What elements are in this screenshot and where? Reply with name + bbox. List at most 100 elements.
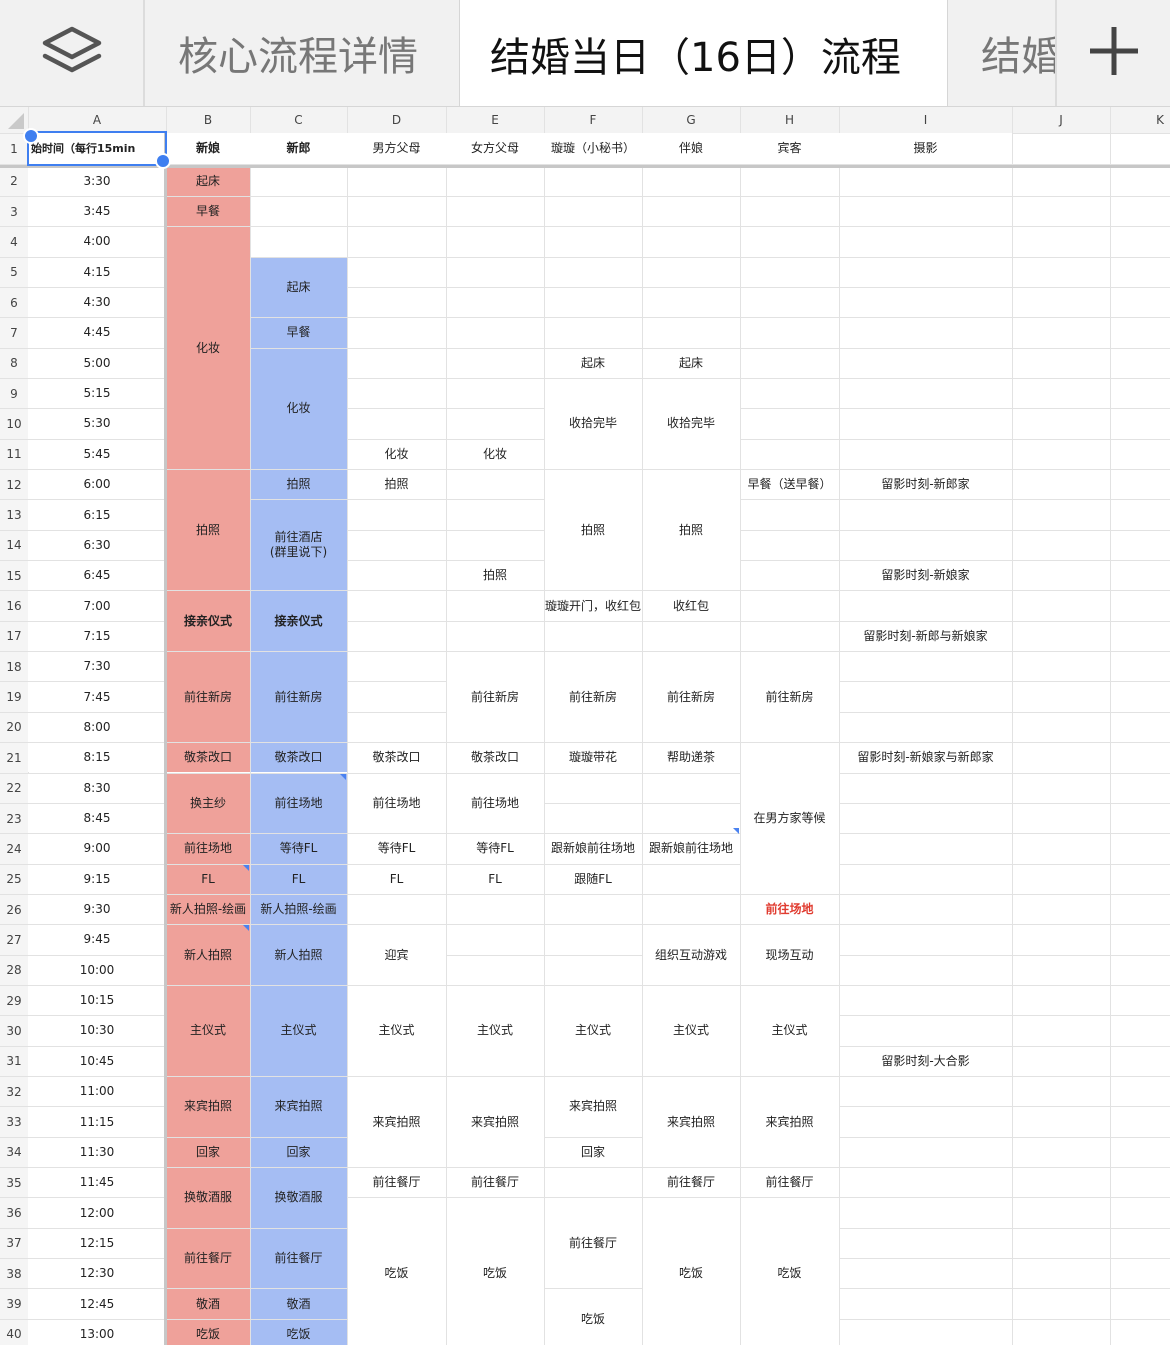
time-cell[interactable]: 11:45 [28,1168,166,1198]
row-header-10[interactable]: 10 [0,409,28,439]
schedule-cell-groom[interactable]: 敬茶改口 [250,743,347,773]
row-header-13[interactable]: 13 [0,500,28,530]
time-cell[interactable]: 6:30 [28,530,166,561]
header-cell-h[interactable]: 宾客 [740,133,839,164]
schedule-cell-task[interactable]: 帮助递茶 [642,743,740,773]
schedule-cell-task[interactable]: 前往新房 [446,652,544,743]
schedule-cell-task[interactable]: 来宾拍照 [740,1077,839,1168]
header-cell-g[interactable]: 伴娘 [642,133,740,164]
row-header-8[interactable]: 8 [0,348,28,378]
time-cell[interactable]: 5:00 [28,348,166,378]
schedule-cell-task[interactable]: 前往新房 [642,652,740,743]
schedule-cell-bride[interactable]: 新人拍照-绘画 [166,894,250,925]
schedule-cell-task[interactable]: 拍照 [347,470,446,500]
row-header-30[interactable]: 30 [0,1016,28,1046]
time-cell[interactable]: 7:45 [28,682,166,712]
comment-indicator[interactable] [733,827,739,834]
schedule-cell-task[interactable]: 留影时刻-新郎家 [839,470,1012,500]
header-cell-e[interactable]: 女方父母 [446,133,544,164]
schedule-cell-bride[interactable]: 敬茶改口 [166,743,250,773]
schedule-cell-task[interactable]: 收拾完毕 [544,378,642,469]
schedule-cell-task[interactable]: 留影时刻-新郎与新娘家 [839,621,1012,652]
time-cell[interactable]: 8:00 [28,712,166,743]
schedule-cell-task[interactable]: 化妆 [446,439,544,469]
tab-wedding-day-process[interactable]: 结婚当日（16日）流程 [459,0,948,106]
column-header-b[interactable]: B [166,107,250,133]
schedule-cell-bride[interactable]: 换敬酒服 [166,1168,250,1228]
schedule-cell-bride[interactable]: 敬酒 [166,1289,250,1319]
schedule-cell-task[interactable]: 前往餐厅 [544,1198,642,1289]
schedule-cell-task[interactable]: 主仪式 [740,985,839,1076]
time-cell[interactable]: 3:30 [28,166,166,196]
schedule-cell-groom[interactable]: 拍照 [250,470,347,500]
schedule-cell-groom[interactable]: 吃饭 [250,1319,347,1345]
row-header-20[interactable]: 20 [0,712,28,742]
header-cell-b[interactable]: 新娘 [166,133,250,164]
schedule-cell-task[interactable]: 璇璇开门，收红包 [544,591,642,621]
schedule-cell-bride[interactable]: 来宾拍照 [166,1077,250,1137]
row-header-38[interactable]: 38 [0,1259,28,1289]
row-header-22[interactable]: 22 [0,773,28,803]
row-header-29[interactable]: 29 [0,985,28,1015]
schedule-cell-task[interactable]: 前往场地 [740,894,839,925]
row-header-40[interactable]: 40 [0,1319,28,1345]
time-cell[interactable]: 4:00 [28,227,166,257]
schedule-cell-task[interactable]: 留影时刻-大合影 [839,1046,1012,1076]
schedule-cell-task[interactable]: 吃饭 [347,1198,446,1345]
time-cell[interactable]: 8:30 [28,773,166,803]
schedule-cell-bride[interactable]: 换主纱 [166,773,250,834]
selection-handle-top-left[interactable] [22,127,40,149]
schedule-cell-task[interactable]: 跟随FL [544,864,642,894]
row-header-32[interactable]: 32 [0,1077,28,1107]
schedule-cell-task[interactable]: 主仪式 [642,985,740,1076]
row-header-39[interactable]: 39 [0,1289,28,1319]
schedule-cell-groom[interactable]: 接亲仪式 [250,591,347,652]
row-header-27[interactable]: 27 [0,925,28,955]
schedule-cell-groom[interactable]: 新人拍照-绘画 [250,894,347,925]
time-cell[interactable]: 5:30 [28,409,166,439]
schedule-cell-task[interactable]: 回家 [544,1137,642,1168]
schedule-cell-bride[interactable]: 前往新房 [166,652,250,743]
time-cell[interactable]: 6:00 [28,470,166,500]
tab-core-process[interactable]: 核心流程详情 [147,0,458,106]
column-header-h[interactable]: H [740,107,839,133]
schedule-cell-task[interactable]: 前往餐厅 [740,1168,839,1198]
schedule-cell-groom[interactable]: 换敬酒服 [250,1168,347,1228]
schedule-cell-task[interactable]: 来宾拍照 [544,1077,642,1137]
row-header-17[interactable]: 17 [0,621,28,651]
row-header-4[interactable]: 4 [0,227,28,257]
schedule-cell-bride[interactable]: 化妆 [166,227,250,469]
schedule-cell-task[interactable]: 前往餐厅 [642,1168,740,1198]
schedule-cell-task[interactable]: 来宾拍照 [642,1077,740,1168]
schedule-cell-groom[interactable]: FL [250,864,347,894]
time-cell[interactable]: 8:45 [28,803,166,834]
schedule-cell-groom[interactable]: 等待FL [250,834,347,864]
schedule-cell-bride[interactable]: 接亲仪式 [166,591,250,652]
row-header-37[interactable]: 37 [0,1228,28,1258]
schedule-cell-task[interactable]: 前往餐厅 [446,1168,544,1198]
tab-wedding-more[interactable]: 结婚 [949,0,1055,106]
row-header-26[interactable]: 26 [0,894,28,924]
header-cell-d[interactable]: 男方父母 [347,133,446,164]
row-header-2[interactable]: 2 [0,166,28,196]
time-cell[interactable]: 13:00 [28,1319,166,1345]
row-header-25[interactable]: 25 [0,864,28,894]
schedule-cell-task[interactable]: 化妆 [347,439,446,469]
time-cell[interactable]: 11:30 [28,1137,166,1168]
column-header-e[interactable]: E [446,107,544,133]
schedule-cell-task[interactable]: 来宾拍照 [347,1077,446,1168]
schedule-cell-bride[interactable]: 吃饭 [166,1319,250,1345]
time-cell[interactable]: 5:45 [28,439,166,469]
schedule-cell-task[interactable]: 吃饭 [642,1198,740,1345]
time-cell[interactable]: 11:15 [28,1107,166,1137]
time-cell[interactable]: 9:15 [28,864,166,894]
schedule-cell-task[interactable]: 现场互动 [740,925,839,985]
schedule-cell-task[interactable]: 前往场地 [446,773,544,834]
schedule-cell-groom[interactable]: 主仪式 [250,985,347,1076]
row-header-23[interactable]: 23 [0,803,28,833]
time-cell[interactable]: 7:00 [28,591,166,621]
schedule-cell-groom[interactable]: 前往新房 [250,652,347,743]
time-cell[interactable]: 11:00 [28,1077,166,1107]
schedule-cell-bride[interactable]: FL [166,864,250,894]
time-cell[interactable]: 10:15 [28,985,166,1016]
